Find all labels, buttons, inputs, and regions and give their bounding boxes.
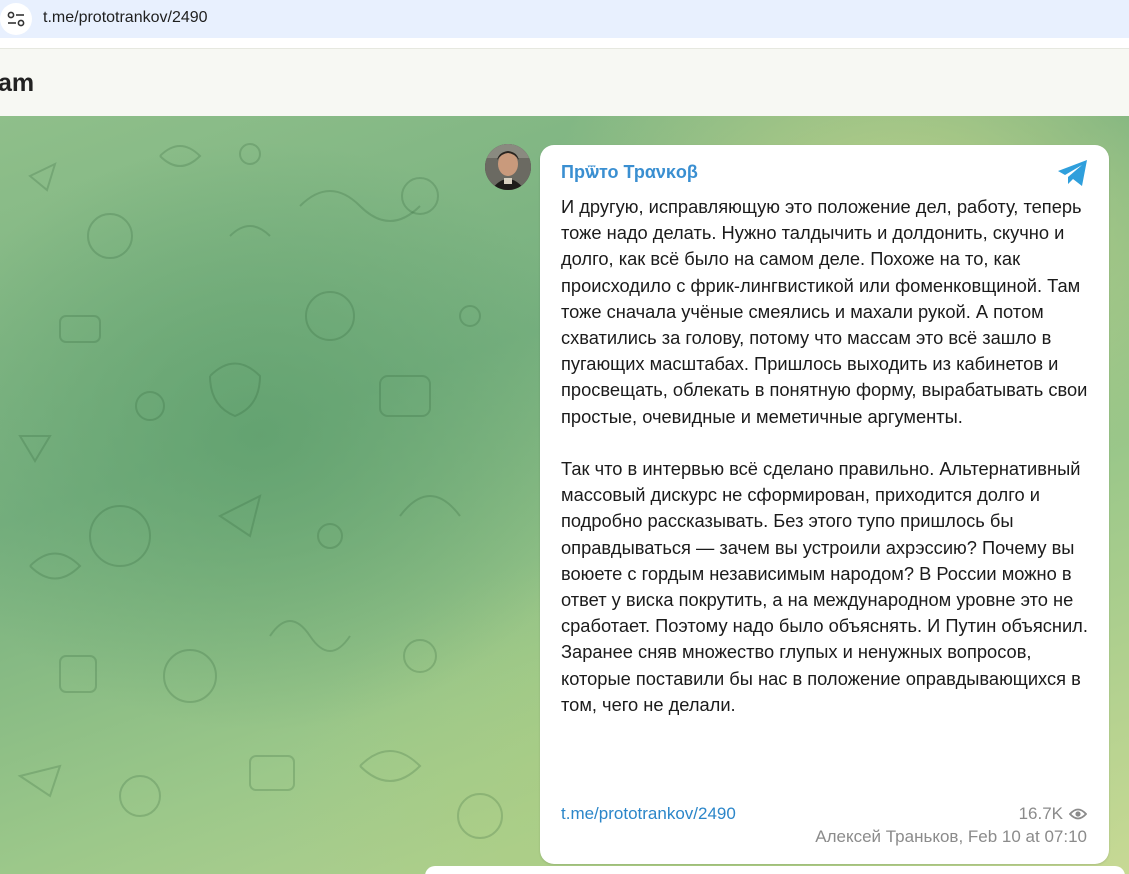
url-text[interactable]: t.me/prototrankov/2490 bbox=[43, 9, 208, 27]
message-text: И другую, исправляющую это положение дел… bbox=[561, 194, 1091, 718]
message-bubble: Прѿто Трανκoβ И другую, исправляющую это… bbox=[540, 145, 1109, 864]
eye-icon bbox=[1069, 808, 1087, 820]
post-link[interactable]: t.me/prototrankov/2490 bbox=[561, 804, 736, 824]
next-message-bubble bbox=[425, 866, 1125, 874]
site-info-button[interactable] bbox=[0, 3, 32, 35]
tune-icon bbox=[7, 11, 25, 27]
view-count-value: 16.7K bbox=[1018, 804, 1063, 823]
message-paragraph: И другую, исправляющую это положение дел… bbox=[561, 196, 1088, 427]
browser-address-bar: t.me/prototrankov/2490 bbox=[0, 0, 1129, 40]
message-paragraph: Так что в интервью всё сделано правильно… bbox=[561, 458, 1088, 715]
telegram-icon bbox=[1058, 160, 1087, 186]
view-count: 16.7K bbox=[1019, 804, 1087, 824]
avatar-photo bbox=[485, 144, 531, 190]
header-title: am bbox=[0, 69, 35, 97]
post-author-date: Алексей Траньков, Feb 10 at 07:10 bbox=[815, 827, 1087, 846]
author-name[interactable]: Прѿто Трανκoβ bbox=[561, 162, 698, 183]
telegram-header: am bbox=[0, 48, 1129, 116]
author-avatar[interactable] bbox=[485, 144, 531, 190]
